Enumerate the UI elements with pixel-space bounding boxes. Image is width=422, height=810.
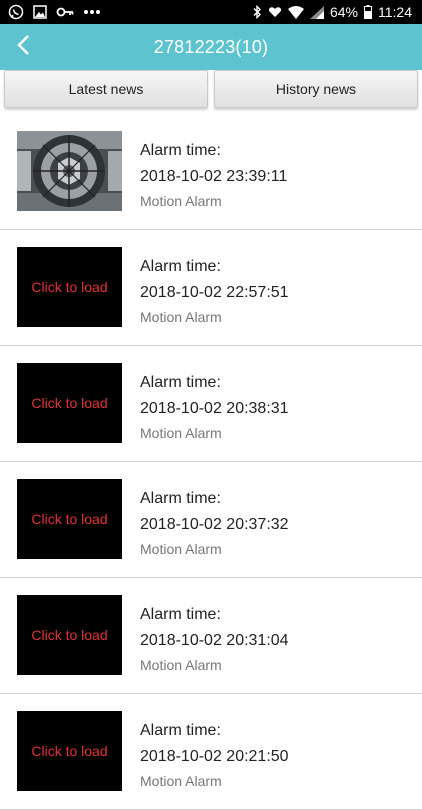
click-to-load-thumbnail[interactable]: Click to load xyxy=(17,363,122,443)
alarm-type: Motion Alarm xyxy=(140,193,222,209)
click-to-load-text: Click to load xyxy=(31,627,108,643)
alarm-info: Alarm time: 2018-10-02 20:38:31 Motion A… xyxy=(140,373,289,442)
alarm-list: Alarm time: 2018-10-02 23:39:11 Motion A… xyxy=(0,114,422,810)
alarm-info: Alarm time: 2018-10-02 23:39:11 Motion A… xyxy=(140,141,287,210)
alarm-type: Motion Alarm xyxy=(140,309,222,325)
alarm-info: Alarm time: 2018-10-02 20:37:32 Motion A… xyxy=(140,489,289,558)
chevron-left-icon xyxy=(16,34,30,61)
alarm-time-value: 2018-10-02 20:21:50 xyxy=(140,748,289,765)
click-to-load-text: Click to load xyxy=(31,395,108,411)
status-time: 11:24 xyxy=(378,4,412,20)
alarm-time-label: Alarm time: xyxy=(140,374,221,391)
alarm-type: Motion Alarm xyxy=(140,425,222,441)
click-to-load-text: Click to load xyxy=(31,743,108,759)
page-title: 27812223(10) xyxy=(153,36,269,57)
news-tabs: Latest news History news xyxy=(0,70,422,114)
whatsapp-icon xyxy=(8,4,24,20)
alarm-info: Alarm time: 2018-10-02 20:31:04 Motion A… xyxy=(140,605,289,674)
alarm-time-value: 2018-10-02 20:31:04 xyxy=(140,632,289,649)
heart-icon xyxy=(268,6,282,18)
alarm-time-label: Alarm time: xyxy=(140,606,221,623)
status-bar-left xyxy=(8,4,101,20)
fisheye-snapshot-image xyxy=(17,131,122,211)
tab-latest-news[interactable]: Latest news xyxy=(4,70,208,108)
click-to-load-thumbnail[interactable]: Click to load xyxy=(17,711,122,791)
click-to-load-thumbnail[interactable]: Click to load xyxy=(17,247,122,327)
status-bar: 64% 11:24 xyxy=(0,0,422,24)
click-to-load-thumbnail[interactable]: Click to load xyxy=(17,595,122,675)
signal-icon xyxy=(309,5,324,19)
battery-icon xyxy=(364,5,372,19)
alarm-time-label: Alarm time: xyxy=(140,258,221,275)
alarm-type: Motion Alarm xyxy=(140,541,222,557)
back-button[interactable] xyxy=(8,24,38,70)
alarm-time-value: 2018-10-02 20:37:32 xyxy=(140,516,289,533)
alarm-time-value: 2018-10-02 22:57:51 xyxy=(140,284,289,301)
alarm-item[interactable]: Click to load Alarm time: 2018-10-02 20:… xyxy=(0,346,422,462)
app-bar: 27812223(10) xyxy=(0,24,422,70)
key-icon xyxy=(56,6,74,18)
alarm-item[interactable]: Click to load Alarm time: 2018-10-02 20:… xyxy=(0,462,422,578)
status-bar-right: 64% 11:24 xyxy=(252,4,412,20)
alarm-time-value: 2018-10-02 23:39:11 xyxy=(140,168,288,185)
battery-percent: 64% xyxy=(329,4,358,20)
alarm-time-label: Alarm time: xyxy=(140,142,221,159)
alarm-type: Motion Alarm xyxy=(140,773,222,789)
alarm-time-label: Alarm time: xyxy=(140,490,221,507)
more-icon xyxy=(83,9,101,15)
click-to-load-thumbnail[interactable]: Click to load xyxy=(17,479,122,559)
bluetooth-icon xyxy=(252,5,262,19)
click-to-load-text: Click to load xyxy=(31,279,108,295)
alarm-time-label: Alarm time: xyxy=(140,722,221,739)
alarm-info: Alarm time: 2018-10-02 20:21:50 Motion A… xyxy=(140,721,289,790)
alarm-item[interactable]: Click to load Alarm time: 2018-10-02 20:… xyxy=(0,694,422,810)
click-to-load-text: Click to load xyxy=(31,511,108,527)
alarm-item[interactable]: Alarm time: 2018-10-02 23:39:11 Motion A… xyxy=(0,114,422,230)
alarm-type: Motion Alarm xyxy=(140,657,222,673)
alarm-time-value: 2018-10-02 20:38:31 xyxy=(140,400,289,417)
alarm-snapshot[interactable] xyxy=(17,131,122,211)
wifi-icon xyxy=(287,5,304,19)
alarm-item[interactable]: Click to load Alarm time: 2018-10-02 20:… xyxy=(0,578,422,694)
alarm-info: Alarm time: 2018-10-02 22:57:51 Motion A… xyxy=(140,257,289,326)
alarm-item[interactable]: Click to load Alarm time: 2018-10-02 22:… xyxy=(0,230,422,346)
image-icon xyxy=(33,5,47,19)
tab-history-news[interactable]: History news xyxy=(214,70,418,108)
